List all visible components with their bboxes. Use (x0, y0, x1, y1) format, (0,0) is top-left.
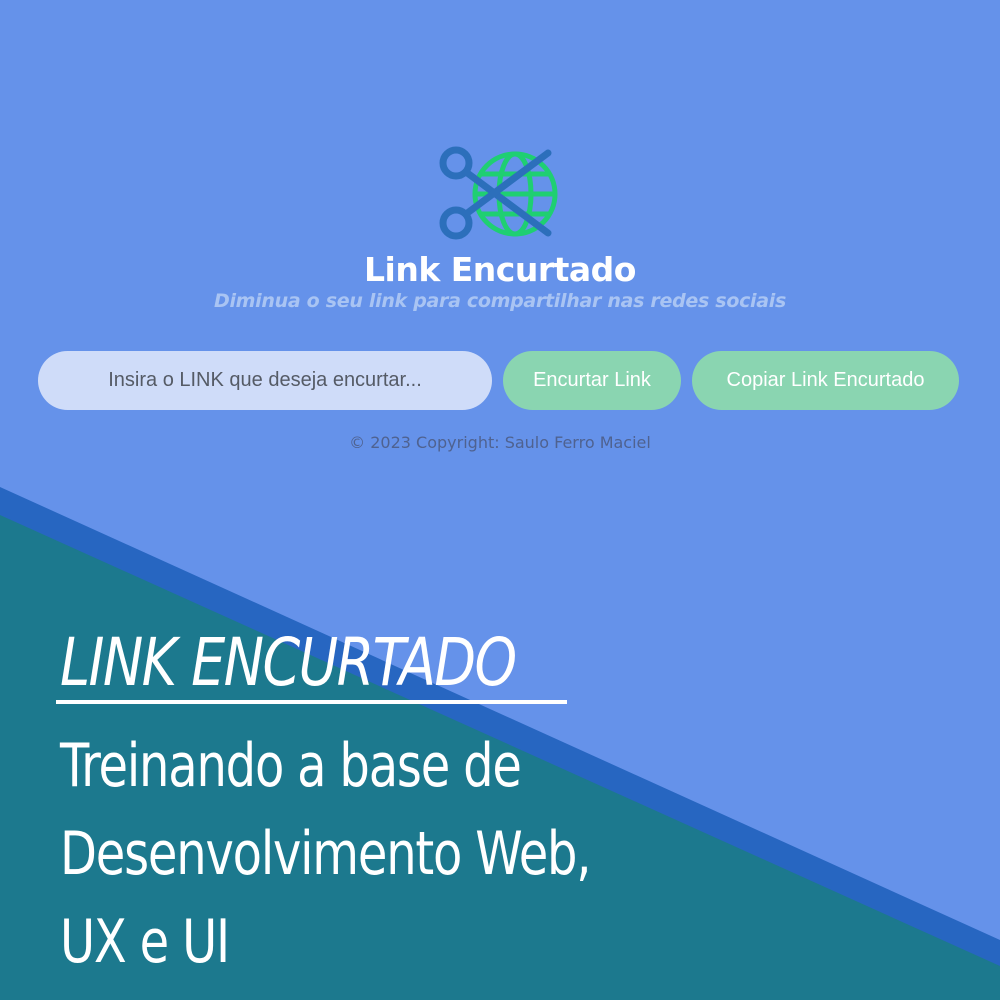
promo-title: LINK ENCURTADO (60, 624, 517, 701)
promo-description: Treinando a base de Desenvolvimento Web,… (60, 722, 592, 986)
globe-icon (472, 151, 558, 237)
promo-title-underline (56, 700, 567, 704)
promo-line: Treinando a base de (60, 731, 522, 801)
link-input[interactable] (38, 351, 492, 410)
app-subtitle: Diminua o seu link para compartilhar nas… (214, 290, 786, 312)
app-title: Link Encurtado (364, 250, 636, 289)
copyright-text: © 2023 Copyright: Saulo Ferro Maciel (349, 433, 651, 452)
promo-line: Desenvolvimento Web, (60, 819, 592, 889)
promo-line: UX e UI (60, 907, 230, 977)
copy-short-link-button[interactable]: Copiar Link Encurtado (692, 351, 959, 410)
shorten-link-button[interactable]: Encurtar Link (503, 351, 681, 410)
scissors-globe-icon (439, 146, 558, 240)
